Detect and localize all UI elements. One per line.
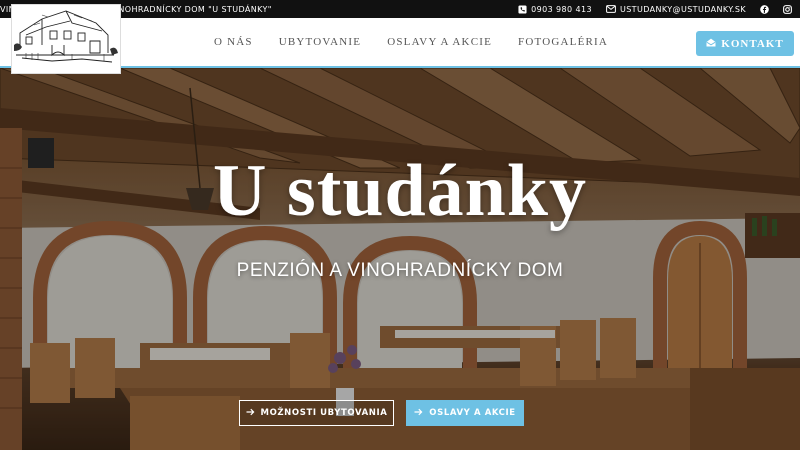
- nav-item-o-nas[interactable]: O NÁS: [214, 36, 253, 48]
- site-logo[interactable]: [11, 4, 121, 74]
- phone-link[interactable]: 0903 980 413: [518, 5, 592, 14]
- kontakt-label: KONTAKT: [721, 37, 784, 50]
- hero-subtitle: PENZIÓN A VINOHRADNÍCKY DOM: [236, 260, 564, 281]
- celebrations-events-label: OSLAVY A AKCIE: [429, 408, 516, 418]
- hero-overlay: [0, 68, 800, 450]
- nav-item-fotogaleria[interactable]: FOTOGALÉRIA: [518, 36, 608, 48]
- nav-item-ubytovanie[interactable]: UBYTOVANIE: [279, 36, 362, 48]
- phone-number: 0903 980 413: [531, 4, 592, 14]
- kontakt-button[interactable]: KONTAKT: [696, 31, 794, 56]
- instagram-icon[interactable]: [783, 4, 792, 14]
- facebook-icon[interactable]: [760, 4, 769, 14]
- celebrations-events-button[interactable]: OSLAVY A AKCIE: [406, 400, 524, 426]
- arrow-right-icon: [414, 408, 423, 419]
- hero-section: U studánky PENZIÓN A VINOHRADNÍCKY DOM M…: [0, 68, 800, 450]
- email-link[interactable]: USTUDANKY@USTUDANKY.SK: [606, 5, 746, 14]
- email-icon: [606, 5, 616, 13]
- accommodation-options-button[interactable]: MOŽNOSTI UBYTOVANIA: [239, 400, 394, 426]
- main-navigation: O NÁS UBYTOVANIE OSLAVY A AKCIE FOTOGALÉ…: [214, 18, 608, 66]
- phone-icon: [518, 4, 527, 14]
- arrow-right-icon: [246, 408, 255, 419]
- nav-item-oslavy-a-akcie[interactable]: OSLAVY A AKCIE: [387, 36, 492, 48]
- hero-title: U studánky: [212, 150, 587, 232]
- house-drawing-logo: [14, 10, 118, 63]
- accommodation-options-label: MOŽNOSTI UBYTOVANIA: [260, 408, 388, 418]
- envelope-open-icon: [706, 38, 716, 50]
- email-address: USTUDANKY@USTUDANKY.SK: [619, 4, 746, 14]
- contact-links: 0903 980 413 USTUDANKY@USTUDANKY.SK: [518, 5, 792, 14]
